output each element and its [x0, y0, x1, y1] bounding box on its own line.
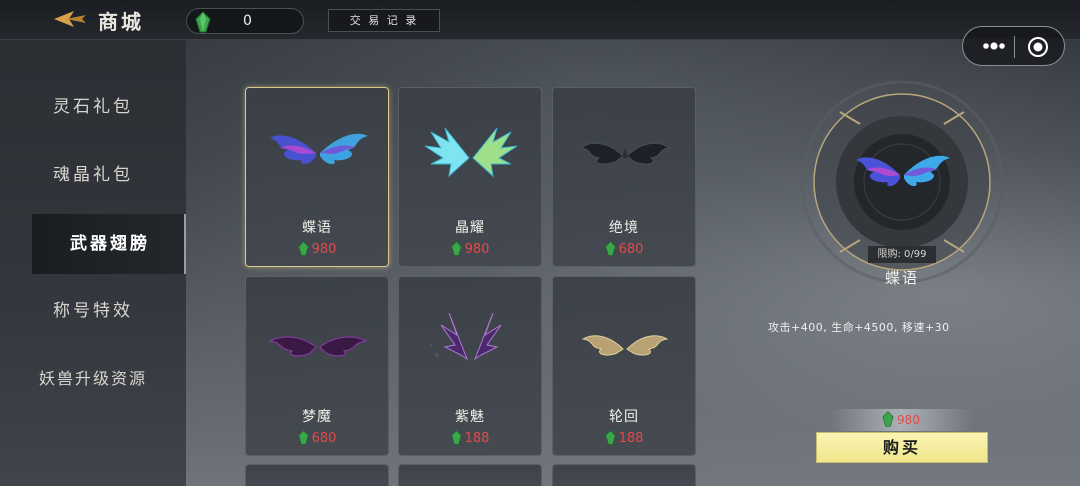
sidebar-item-spirit-stone-pack[interactable]: 灵石礼包	[0, 77, 186, 137]
item-price-value: 188	[618, 431, 644, 446]
item-price: 188	[399, 430, 541, 446]
item-stats: 攻击+400, 生命+4500, 移速+30	[768, 321, 950, 334]
wing-art	[424, 127, 518, 178]
shop-page: 商城 0 交 易 记 录 灵石礼包 魂晶礼包 武器翅膀 称号特效 妖兽升级资源 …	[0, 0, 1080, 486]
category-sidebar: 灵石礼包 魂晶礼包 武器翅膀 称号特效 妖兽升级资源	[0, 40, 186, 486]
miniapp-capsule	[962, 26, 1065, 66]
top-bar: 商城 0 交 易 记 录	[0, 0, 1080, 40]
close-button[interactable]	[1026, 35, 1050, 59]
item-price-value: 680	[618, 242, 644, 257]
sidebar-item-title-effects[interactable]: 称号特效	[0, 281, 186, 341]
purchase-limit-badge: 限购: 0/99	[868, 246, 936, 263]
item-price-value: 188	[464, 431, 490, 446]
item-price: 680	[246, 430, 388, 446]
wing-art	[270, 133, 368, 165]
currency-amount: 0	[243, 13, 252, 29]
jade-gem-icon	[604, 241, 616, 256]
detail-price-value: 980	[897, 413, 920, 427]
item-name: 绝境	[609, 220, 639, 236]
jade-gem-icon	[882, 411, 894, 427]
wing-art	[268, 336, 368, 357]
item-card[interactable]: 绝境 680	[552, 87, 696, 267]
jade-gem-icon	[195, 11, 211, 33]
wing-art	[429, 312, 502, 361]
back-button[interactable]	[52, 8, 88, 30]
item-price-value: 980	[464, 242, 490, 257]
item-card[interactable]: 蝶语 980	[245, 87, 389, 267]
buy-button[interactable]: 购买	[816, 432, 988, 463]
target-close-icon	[1028, 37, 1048, 57]
sidebar-item-beast-upgrade[interactable]: 妖兽升级资源	[0, 349, 186, 409]
sidebar-item-weapon-wings[interactable]: 武器翅膀	[32, 214, 186, 274]
jade-gem-icon	[450, 430, 462, 445]
wing-art	[579, 142, 671, 165]
item-price: 980	[399, 241, 541, 257]
item-name: 蝶语	[302, 220, 332, 236]
jade-gem-icon	[297, 430, 309, 445]
item-price: 680	[553, 241, 695, 257]
item-name: 轮回	[609, 409, 639, 425]
item-name: 梦魔	[302, 409, 332, 425]
capsule-divider	[1014, 36, 1015, 58]
trade-record-button[interactable]: 交 易 记 录	[328, 9, 440, 32]
item-price-value: 680	[311, 431, 337, 446]
jade-gem-icon	[450, 241, 462, 256]
item-price-value: 980	[311, 242, 337, 257]
back-arrow-icon	[54, 11, 86, 27]
item-card[interactable]	[245, 464, 389, 486]
item-price: 188	[553, 430, 695, 446]
item-card[interactable]: 轮回 188	[552, 276, 696, 456]
item-card[interactable]	[398, 464, 542, 486]
item-card[interactable]: 梦魔 680	[245, 276, 389, 456]
wing-art	[581, 335, 669, 356]
item-price: 980	[246, 241, 388, 257]
jade-gem-icon	[604, 430, 616, 445]
more-button[interactable]	[975, 35, 1011, 57]
detail-price: 980	[830, 409, 972, 431]
item-name: 晶耀	[455, 220, 485, 236]
more-dots-icon	[983, 42, 1005, 50]
item-name: 紫魅	[455, 409, 485, 425]
jade-gem-icon	[297, 241, 309, 256]
detail-item-name: 蝶语	[884, 269, 919, 287]
currency-display: 0	[186, 8, 304, 34]
page-title: 商城	[98, 10, 144, 34]
item-card[interactable]	[552, 464, 696, 486]
sidebar-item-soul-crystal-pack[interactable]: 魂晶礼包	[0, 145, 186, 205]
item-card[interactable]: 紫魅 188	[398, 276, 542, 456]
item-card[interactable]: 晶耀 980	[398, 87, 542, 267]
